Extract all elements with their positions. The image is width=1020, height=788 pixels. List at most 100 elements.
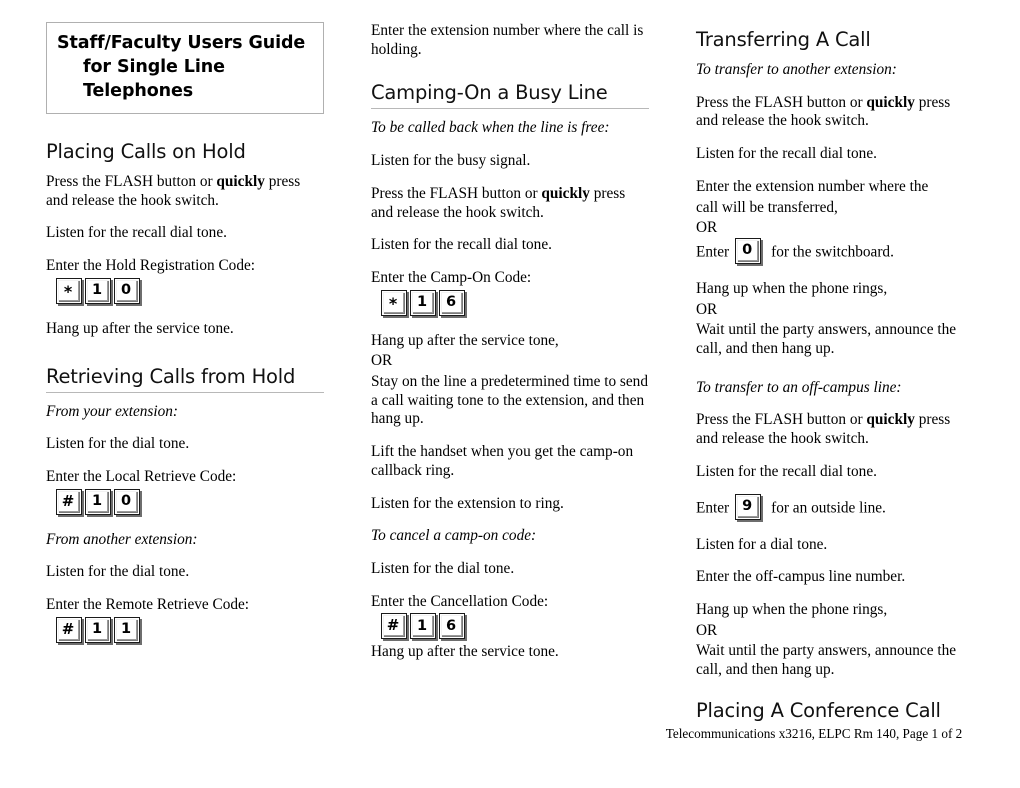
step-lift-handset: Lift the handset when you get the camp-o… <box>371 443 634 479</box>
quickly-bold-3: quickly <box>866 93 915 111</box>
step-press-flash-camp: Press the FLASH button or quickly press … <box>371 185 649 222</box>
key-1b[interactable]: 1 <box>114 616 140 643</box>
key-glyph: # <box>386 616 400 635</box>
enter-label: Enter <box>696 243 730 261</box>
key-glyph: 0 <box>120 282 132 299</box>
step-enter-offcampus-number: Enter the off-campus line number. <box>696 568 906 586</box>
column-right: Transferring A Call To transfer to anoth… <box>696 22 974 694</box>
step-hang-up-offcampus-line1: Hang up when the phone rings, <box>696 600 888 618</box>
step-listen-recall-hold: Listen for the recall dial tone. <box>46 224 227 242</box>
heading-transferring-a-call: Transferring A Call <box>696 28 871 51</box>
quickly-bold-2: quickly <box>541 184 590 202</box>
heading-placing-a-conference-call: Placing A Conference Call <box>696 699 941 722</box>
key-glyph: 6 <box>445 293 457 310</box>
key-0[interactable]: 0 <box>114 277 140 304</box>
step-listen-dial-tone-remote: Listen for the dial tone. <box>46 563 190 581</box>
step-hang-up-camp-or: OR <box>371 352 393 370</box>
switchboard-rest: for the switchboard. <box>771 243 894 261</box>
subheading-from-your-extension: From your extension: <box>46 402 178 420</box>
keypad-camp-on-code: * 1 6 <box>381 289 649 316</box>
step-hang-up-hold: Hang up after the service tone. <box>46 319 234 337</box>
key-9-outside-line[interactable]: 9 <box>735 493 762 520</box>
step-listen-recall-camp: Listen for the recall dial tone. <box>371 236 552 254</box>
key-glyph: 1 <box>91 282 103 299</box>
key-hash[interactable]: # <box>56 488 82 515</box>
column-left: Staff/Faculty Users Guide for Single Lin… <box>46 22 324 659</box>
step-listen-busy-signal: Listen for the busy signal. <box>371 152 531 170</box>
step-hang-up-transfer-line1: Hang up when the phone rings, <box>696 279 888 297</box>
key-glyph: 6 <box>445 617 457 634</box>
step-enter-ext-transfer-line1: Enter the extension number where the <box>696 177 929 195</box>
step-enter-ext-transfer-or: OR <box>696 219 718 237</box>
label-cancellation-code: Enter the Cancellation Code: <box>371 592 549 610</box>
key-glyph: 0 <box>120 492 132 509</box>
subheading-from-another-extension: From another extension: <box>46 530 198 548</box>
key-glyph: 9 <box>742 497 753 514</box>
step-press-flash-offcampus: Press the FLASH button or quickly press … <box>696 411 974 448</box>
step-listen-dial-tone-offcampus: Listen for a dial tone. <box>696 535 828 553</box>
key-1[interactable]: 1 <box>410 613 436 640</box>
step-hang-up-transfer-line3: Wait until the party answers, announce t… <box>696 321 957 358</box>
key-0[interactable]: 0 <box>114 488 140 515</box>
key-hash[interactable]: # <box>56 616 82 643</box>
press-flash-text: Press the FLASH button or <box>696 93 867 111</box>
quickly-bold-1: quickly <box>216 173 265 190</box>
title-line-3: Telephones <box>83 81 194 101</box>
label-hold-registration-code: Enter the Hold Registration Code: <box>46 257 256 275</box>
press-flash-text: Press the FLASH button or <box>371 184 542 202</box>
key-glyph: 1 <box>91 492 103 509</box>
press-flash-text: Press the FLASH button or <box>696 411 867 429</box>
key-glyph: 0 <box>742 242 753 259</box>
key-star[interactable]: * <box>56 277 82 304</box>
key-glyph: # <box>61 619 75 638</box>
subheading-transfer-off-campus: To transfer to an off-campus line: <box>696 378 902 396</box>
key-glyph: 1 <box>416 617 428 634</box>
step-hang-up-camp-line3: Stay on the line a predetermined time to… <box>371 373 648 428</box>
column-middle: Enter the extension number where the cal… <box>371 22 649 676</box>
heading-retrieving-calls-from-hold: Retrieving Calls from Hold <box>46 365 324 393</box>
label-local-retrieve-code: Enter the Local Retrieve Code: <box>46 467 237 485</box>
outside-rest: for an outside line. <box>771 499 886 517</box>
key-1[interactable]: 1 <box>410 289 436 316</box>
quickly-bold-4: quickly <box>866 411 915 429</box>
key-glyph: 1 <box>120 620 132 637</box>
key-1[interactable]: 1 <box>85 616 111 643</box>
page-canvas: Staff/Faculty Users Guide for Single Lin… <box>0 0 1020 788</box>
key-1[interactable]: 1 <box>85 488 111 515</box>
key-6[interactable]: 6 <box>439 613 465 640</box>
step-listen-recall-transfer: Listen for the recall dial tone. <box>696 145 877 163</box>
heading-camping-on-a-busy-line: Camping-On a Busy Line <box>371 81 649 110</box>
enter-label-2: Enter <box>696 499 730 517</box>
key-glyph: 1 <box>416 293 428 310</box>
keypad-remote-retrieve-code: # 1 1 <box>56 616 324 643</box>
title-line-1: Staff/Faculty Users Guide <box>57 33 306 53</box>
step-listen-dial-tone-local: Listen for the dial tone. <box>46 435 190 453</box>
step-hang-up-camp-line1: Hang up after the service tone, <box>371 331 559 349</box>
step-press-flash-transfer: Press the FLASH button or quickly press … <box>696 94 974 131</box>
keypad-hold-registration-code: * 1 0 <box>56 277 324 304</box>
key-1[interactable]: 1 <box>85 277 111 304</box>
step-hang-up-transfer-or: OR <box>696 300 718 318</box>
document-title-box: Staff/Faculty Users Guide for Single Lin… <box>46 22 324 114</box>
subheading-cancel-camp-on: To cancel a camp-on code: <box>371 527 537 545</box>
press-flash-text: Press the FLASH button or <box>46 173 217 190</box>
step-hang-up-cancel: Hang up after the service tone. <box>371 643 559 661</box>
step-press-flash-hold: Press the FLASH button or quickly press … <box>46 173 324 210</box>
subheading-called-back-when-free: To be called back when the line is free: <box>371 119 610 137</box>
step-hang-up-offcampus-line3: Wait until the party answers, announce t… <box>696 642 957 679</box>
key-glyph: # <box>61 491 75 510</box>
subheading-transfer-another-extension: To transfer to another extension: <box>696 61 897 78</box>
step-listen-recall-offcampus: Listen for the recall dial tone. <box>696 462 877 480</box>
step-listen-dial-tone-cancel: Listen for the dial tone. <box>371 559 515 577</box>
keypad-local-retrieve-code: # 1 0 <box>56 488 324 515</box>
footer-contact-note: Telecommunications x3216, ELPC Rm 140, P… <box>665 726 963 741</box>
key-hash[interactable]: # <box>381 613 407 640</box>
key-6[interactable]: 6 <box>439 289 465 316</box>
label-remote-retrieve-code: Enter the Remote Retrieve Code: <box>46 596 250 614</box>
key-0-switchboard[interactable]: 0 <box>735 237 762 264</box>
key-star[interactable]: * <box>381 289 407 316</box>
key-glyph: * <box>388 293 398 313</box>
step-enter-ext-transfer-line2: call will be transferred, <box>696 198 838 216</box>
step-enter-extension-holding: Enter the extension number where the cal… <box>371 22 644 58</box>
label-camp-on-code: Enter the Camp-On Code: <box>371 268 532 286</box>
